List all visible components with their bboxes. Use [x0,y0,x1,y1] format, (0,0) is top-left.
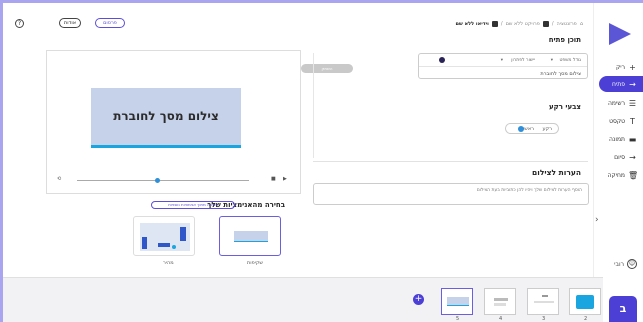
trash-icon: 🗑 [628,170,639,180]
add-slide-button[interactable]: + [413,294,424,305]
timeline-track[interactable] [77,178,249,183]
bg-colors-title: צבעי רקע [548,103,581,111]
arrow-icon: → [629,152,636,162]
format-toolbar: גודל משפט ▾ יישור לפתרון ▾ [419,54,587,67]
sidebar-item-label: ריק [616,63,625,71]
app-window: ריק + פתיח → רשימה ☰ טקסט T תמונה ▬ סיום… [0,0,643,322]
font-size-select[interactable]: גודל משפט [560,58,582,63]
folder-icon [542,21,549,27]
sidebar: ריק + פתיח → רשימה ☰ טקסט T תמונה ▬ סיום… [593,3,643,322]
timeline-handle[interactable] [155,178,160,183]
bg-option[interactable]: רקע [543,126,553,132]
filmstrip-slide[interactable] [484,288,516,315]
image-icon: ▬ [628,134,637,144]
notes-input[interactable]: הוסף הערות לצילום שלך ויהיו להן כתוביות … [313,183,589,205]
chevron-down-icon[interactable]: ▾ [551,58,553,63]
choose-animation-button[interactable]: בחירה מתוך אנימציות נוספות [151,201,235,209]
stop-icon[interactable]: ■ [271,176,276,182]
sidebar-item-label: מחיקה [607,171,625,179]
sidebar-item-end[interactable]: סיום → [593,149,643,165]
video-icon [491,21,498,27]
about-button[interactable]: אודות [59,18,81,28]
bg-color-switch[interactable]: רקע ראשי [505,123,559,134]
sidebar-item-blank[interactable]: ריק + [593,59,643,75]
plus-circle-icon: + [629,62,636,72]
sidebar-item-image[interactable]: תמונה ▬ [593,131,643,147]
sidebar-item-label: טקסט [609,117,625,125]
animation-thumb[interactable] [133,216,195,256]
breadcrumb: ⌂ פרזנטציה / פרויקט ללא שם / וידיאו ללא … [455,21,583,27]
chat-help-button[interactable]: ב [609,296,637,322]
breadcrumb-item[interactable]: פרזנטציה [557,21,577,27]
opening-text-input[interactable]: צילום מסך לחוברת [540,71,581,77]
sidebar-item-label: תמונה [609,135,625,143]
divider [313,53,314,158]
video-preview: צילום מסך לחוברת ⟲ ■ ▶ [46,50,301,194]
app-logo [609,23,631,45]
repeat-icon[interactable]: ⟲ [57,176,61,182]
thumb-preview [234,231,268,242]
chevron-down-icon[interactable]: ▾ [501,58,503,63]
filmstrip-slide[interactable] [441,288,473,315]
help-icon[interactable]: ? [15,19,24,28]
preview-slide: צילום מסך לחוברת [91,88,241,148]
publish-button[interactable]: פרסום [95,18,125,28]
sidebar-item-opening[interactable]: פתיח → [599,76,643,92]
play-icon[interactable]: ▶ [283,176,287,182]
text-icon: T [630,116,635,126]
thumb-label: מהיר [163,260,174,266]
player-controls: ⟲ ■ ▶ [55,175,293,185]
sidebar-item-label: סיום [614,153,625,161]
opening-title: תוכן פתיח [548,36,581,44]
slide-number: 4 [499,316,503,322]
filmstrip-slide[interactable] [527,288,559,315]
thumb-preview [140,223,190,251]
filmstrip-slide[interactable] [569,288,601,315]
breadcrumb-item[interactable]: פרויקט ללא שם [506,21,540,27]
slide-number: 5 [456,316,460,322]
color-swatch[interactable] [439,57,445,63]
thumb-label: שקיפות [247,260,263,266]
sidebar-item-delete[interactable]: מחיקה 🗑 [593,167,643,183]
sidebar-item-list[interactable]: רשימה ☰ [593,95,643,111]
arrow-icon: → [629,79,636,89]
chevron-right-icon[interactable]: › [595,215,599,225]
user-menu[interactable]: רובי ☺ [614,259,637,269]
slide-number: 3 [542,316,546,322]
list-icon: ☰ [628,98,637,108]
user-label: רובי [614,260,624,268]
opening-content-editor[interactable]: גודל משפט ▾ יישור לפתרון ▾ צילום מסך לחו… [418,53,588,79]
slide-title: צילום מסך לחוברת [113,109,219,123]
sidebar-item-label: פתיח [612,80,625,88]
sidebar-item-text[interactable]: טקסט T [593,113,643,129]
user-icon: ☺ [627,259,637,269]
sidebar-item-label: רשימה [608,99,625,107]
animation-thumb[interactable] [219,216,281,256]
breadcrumb-current: וידיאו ללא שם [455,21,489,27]
mute-toggle[interactable]: השתק [301,64,353,73]
divider [313,161,588,162]
slide-number: 2 [584,316,588,322]
home-icon[interactable]: ⌂ [580,21,583,27]
bg-option[interactable]: ראשי [523,126,534,132]
toggle-knob[interactable] [518,126,524,132]
notes-title: הערות לצילום [532,168,581,177]
align-select[interactable]: יישור לפתרון [511,58,535,63]
